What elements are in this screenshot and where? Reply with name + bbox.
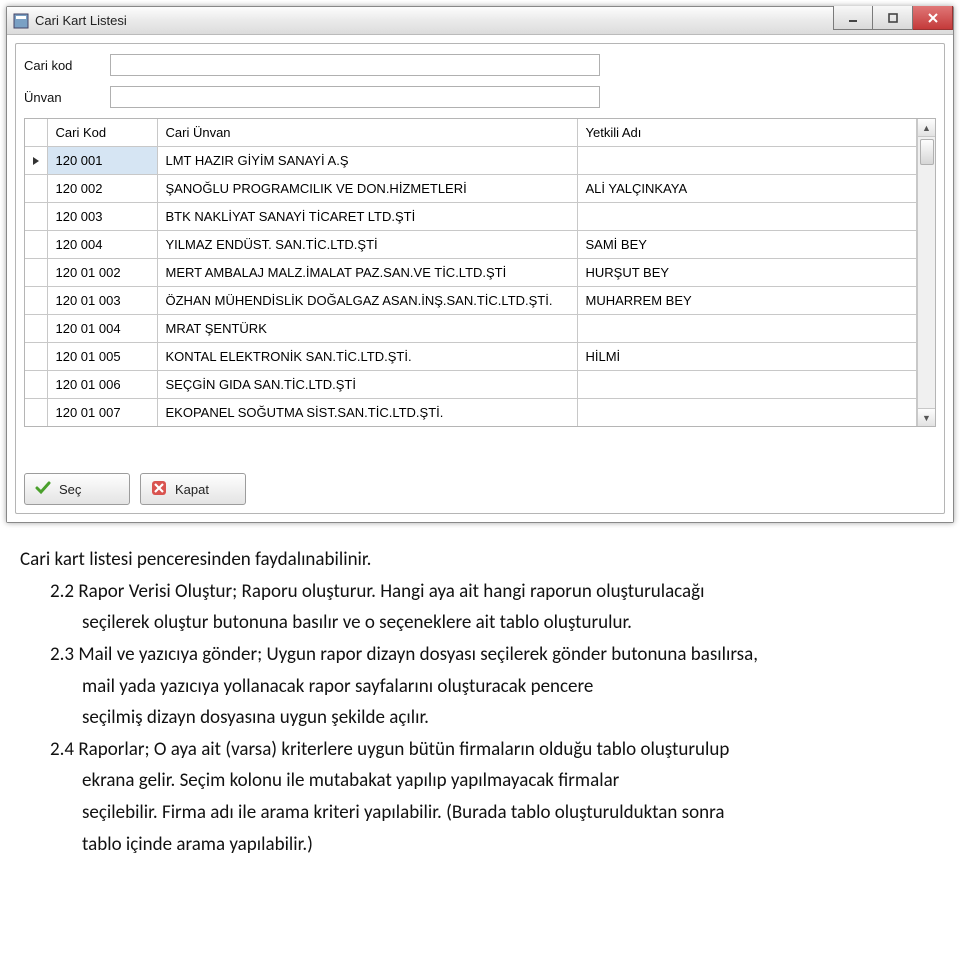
col-header-kod[interactable]: Cari Kod [47,119,157,147]
cell-yetkili[interactable] [577,315,917,343]
minimize-button[interactable] [833,6,873,30]
client-area: Cari kod Ünvan Cari Kod Cari Ünvan Yetki… [7,35,953,522]
window-controls [833,6,953,30]
cell-kod[interactable]: 120 003 [47,203,157,231]
table-row[interactable]: 120 01 002MERT AMBALAJ MALZ.İMALAT PAZ.S… [25,259,917,287]
grid-header-row: Cari Kod Cari Ünvan Yetkili Adı [25,119,917,147]
doc-p3-num: 2.3 Mail ve yazıcıya gönder; Uygun rapor… [20,642,940,668]
doc-p3-body2: seçilmiş dizayn dosyasına uygun şekilde … [20,705,940,731]
cell-kod[interactable]: 120 01 004 [47,315,157,343]
select-button-label: Seç [59,482,81,497]
cell-unvan[interactable]: YILMAZ ENDÜST. SAN.TİC.LTD.ŞTİ [157,231,577,259]
row-indicator [25,315,47,343]
cell-yetkili[interactable]: HURŞUT BEY [577,259,917,287]
row-indicator [25,399,47,427]
document-text: Cari kart listesi penceresinden faydalın… [0,529,960,873]
close-icon [151,480,167,499]
window-title: Cari Kart Listesi [35,13,127,28]
scroll-track[interactable] [918,137,935,408]
row-header-blank [25,119,47,147]
filter-unvan-row: Ünvan [24,86,936,108]
cell-unvan[interactable]: ŞANOĞLU PROGRAMCILIK VE DON.HİZMETLERİ [157,175,577,203]
app-window: Cari Kart Listesi Cari kod Ünvan [6,6,954,523]
table-row[interactable]: 120 001LMT HAZIR GİYİM SANAYİ A.Ş [25,147,917,175]
table-row[interactable]: 120 003BTK NAKLİYAT SANAYİ TİCARET LTD.Ş… [25,203,917,231]
close-dialog-button[interactable]: Kapat [140,473,246,505]
row-indicator [25,231,47,259]
cell-kod[interactable]: 120 01 007 [47,399,157,427]
row-indicator [25,175,47,203]
cell-unvan[interactable]: MERT AMBALAJ MALZ.İMALAT PAZ.SAN.VE TİC.… [157,259,577,287]
cell-yetkili[interactable] [577,147,917,175]
filter-unvan-label: Ünvan [24,90,110,105]
cell-kod[interactable]: 120 001 [47,147,157,175]
table-row[interactable]: 120 002ŞANOĞLU PROGRAMCILIK VE DON.HİZME… [25,175,917,203]
col-header-unvan[interactable]: Cari Ünvan [157,119,577,147]
doc-p4-body3: tablo içinde arama yapılabilir.) [20,832,940,858]
cell-unvan[interactable]: SEÇGİN GIDA SAN.TİC.LTD.ŞTİ [157,371,577,399]
cell-yetkili[interactable]: HİLMİ [577,343,917,371]
table-row[interactable]: 120 01 005KONTAL ELEKTRONİK SAN.TİC.LTD.… [25,343,917,371]
app-icon [13,13,29,29]
row-indicator [25,371,47,399]
close-button[interactable] [913,6,953,30]
doc-p4-body2: seçilebilir. Firma adı ile arama kriteri… [20,800,940,826]
doc-p2-num: 2.2 Rapor Verisi Oluştur; Raporu oluştur… [20,579,940,605]
vertical-scrollbar[interactable]: ▲ ▼ [917,119,935,426]
cell-kod[interactable]: 120 01 003 [47,287,157,315]
table-row[interactable]: 120 01 003ÖZHAN MÜHENDİSLİK DOĞALGAZ ASA… [25,287,917,315]
cell-unvan[interactable]: BTK NAKLİYAT SANAYİ TİCARET LTD.ŞTİ [157,203,577,231]
select-button[interactable]: Seç [24,473,130,505]
doc-p1: Cari kart listesi penceresinden faydalın… [20,547,940,573]
check-icon [35,480,51,499]
cell-yetkili[interactable] [577,203,917,231]
cell-yetkili[interactable]: SAMİ BEY [577,231,917,259]
doc-p3-body1: mail yada yazıcıya yollanacak rapor sayf… [20,674,940,700]
titlebar: Cari Kart Listesi [7,7,953,35]
row-indicator [25,203,47,231]
scroll-thumb[interactable] [920,139,934,165]
cell-unvan[interactable]: KONTAL ELEKTRONİK SAN.TİC.LTD.ŞTİ. [157,343,577,371]
table-row[interactable]: 120 01 007EKOPANEL SOĞUTMA SİST.SAN.TİC.… [25,399,917,427]
cell-yetkili[interactable] [577,399,917,427]
col-header-yetkili[interactable]: Yetkili Adı [577,119,917,147]
doc-p4-body1: ekrana gelir. Seçim kolonu ile mutabakat… [20,768,940,794]
cari-grid[interactable]: Cari Kod Cari Ünvan Yetkili Adı 120 001L… [25,119,917,426]
scroll-down-icon[interactable]: ▼ [918,408,935,426]
grid-container: Cari Kod Cari Ünvan Yetkili Adı 120 001L… [24,118,936,427]
cell-yetkili[interactable]: ALİ YALÇINKAYA [577,175,917,203]
cell-unvan[interactable]: ÖZHAN MÜHENDİSLİK DOĞALGAZ ASAN.İNŞ.SAN.… [157,287,577,315]
scroll-up-icon[interactable]: ▲ [918,119,935,137]
cell-unvan[interactable]: EKOPANEL SOĞUTMA SİST.SAN.TİC.LTD.ŞTİ. [157,399,577,427]
table-row[interactable]: 120 01 004MRAT ŞENTÜRK [25,315,917,343]
cell-yetkili[interactable]: MUHARREM BEY [577,287,917,315]
cell-kod[interactable]: 120 004 [47,231,157,259]
doc-p2-body: seçilerek oluştur butonuna basılır ve o … [20,610,940,636]
cell-unvan[interactable]: MRAT ŞENTÜRK [157,315,577,343]
cell-yetkili[interactable] [577,371,917,399]
doc-p4-num: 2.4 Raporlar; O aya ait (varsa) kriterle… [20,737,940,763]
row-indicator [25,259,47,287]
row-indicator [25,147,47,175]
table-row[interactable]: 120 004YILMAZ ENDÜST. SAN.TİC.LTD.ŞTİSAM… [25,231,917,259]
row-indicator [25,287,47,315]
cell-kod[interactable]: 120 01 006 [47,371,157,399]
cell-unvan[interactable]: LMT HAZIR GİYİM SANAYİ A.Ş [157,147,577,175]
maximize-button[interactable] [873,6,913,30]
cell-kod[interactable]: 120 01 005 [47,343,157,371]
filter-kod-row: Cari kod [24,54,936,76]
content-frame: Cari kod Ünvan Cari Kod Cari Ünvan Yetki… [15,43,945,514]
cell-kod[interactable]: 120 002 [47,175,157,203]
cari-kod-input[interactable] [110,54,600,76]
unvan-input[interactable] [110,86,600,108]
filter-kod-label: Cari kod [24,58,110,73]
row-indicator [25,343,47,371]
cell-kod[interactable]: 120 01 002 [47,259,157,287]
close-button-label: Kapat [175,482,209,497]
button-row: Seç Kapat [24,473,936,505]
table-row[interactable]: 120 01 006SEÇGİN GIDA SAN.TİC.LTD.ŞTİ [25,371,917,399]
